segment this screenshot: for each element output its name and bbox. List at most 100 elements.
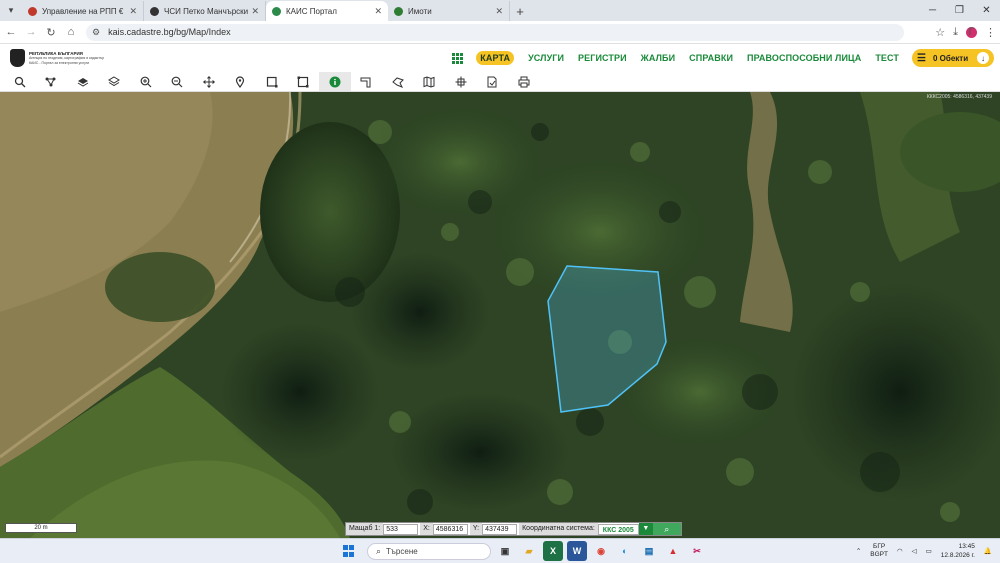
document-icon[interactable]: [477, 72, 509, 91]
url-text: kais.cadastre.bg/bg/Map/Index: [108, 27, 231, 37]
crs-select[interactable]: ККС 2005: [597, 523, 639, 535]
tab-title: Имоти: [408, 6, 432, 16]
maximize-icon[interactable]: ❐: [946, 0, 973, 21]
coordinate-readout: КККС2005: 4586316, 437439: [926, 94, 992, 100]
y-coordinate-input[interactable]: 437439: [482, 523, 518, 535]
objects-button[interactable]: ☰ 0 Обекти ↓: [912, 49, 994, 67]
nav-item-reports[interactable]: СПРАВКИ: [689, 53, 733, 63]
browser-tab[interactable]: ЧСИ Петко Манчърски № 881 ✕: [144, 1, 266, 21]
browser-tab-active[interactable]: КАИС Портал ✕: [266, 1, 388, 21]
language-indicator[interactable]: БГР BGPT: [870, 543, 888, 559]
forward-icon[interactable]: →: [22, 26, 40, 38]
download-icon[interactable]: ⤓: [953, 26, 958, 39]
hamburger-icon: ☰: [917, 52, 926, 64]
edge-icon[interactable]: ◐: [615, 541, 635, 561]
zoom-out-icon[interactable]: [162, 72, 194, 91]
pan-icon[interactable]: [193, 72, 225, 91]
back-icon[interactable]: ←: [2, 26, 20, 38]
tab-search-icon[interactable]: ▾: [0, 0, 22, 21]
tab-close-icon[interactable]: ✕: [251, 6, 259, 17]
excel-icon[interactable]: X: [543, 541, 563, 561]
bookmark-star-icon[interactable]: ☆: [935, 26, 945, 39]
task-view-icon[interactable]: ▣: [495, 541, 515, 561]
word-icon[interactable]: W: [567, 541, 587, 561]
tab-favicon-icon: [394, 6, 403, 16]
scale-bar: 20 m: [5, 523, 77, 533]
measure-icon[interactable]: [351, 72, 383, 91]
close-window-icon[interactable]: ✕: [973, 0, 1000, 21]
info-icon[interactable]: [319, 72, 351, 91]
nav-item-map[interactable]: КАРТА: [476, 51, 515, 65]
print-icon[interactable]: [508, 72, 540, 91]
browser-tab[interactable]: Управление на РПП € ✕: [22, 1, 144, 21]
crs-label: Координатна система:: [519, 523, 598, 535]
snipping-tool-icon[interactable]: ✂: [687, 541, 707, 561]
browser-tabstrip: ▾ Управление на РПП € ✕ ЧСИ Петко Манчър…: [0, 0, 1000, 21]
reload-icon[interactable]: ↻: [42, 26, 60, 39]
y-label: Y:: [469, 523, 483, 535]
tray-overflow-icon[interactable]: ⌃: [856, 547, 861, 555]
nav-item-licensed-persons[interactable]: ПРАВОСПОСОБНИ ЛИЦА: [747, 53, 861, 63]
tab-close-icon[interactable]: ✕: [495, 6, 503, 17]
tab-close-icon[interactable]: ✕: [374, 6, 382, 17]
minimize-icon[interactable]: ─: [919, 0, 946, 21]
satellite-imagery: [0, 92, 1000, 538]
tab-favicon-icon: [28, 6, 37, 16]
lang-line-1: БГР: [873, 543, 886, 550]
lang-line-2: BGPT: [870, 551, 888, 558]
logo-line-3: КАИС - Портал за електронни услуги: [29, 60, 90, 65]
crosshair-icon[interactable]: [445, 72, 477, 91]
coordinate-search-icon[interactable]: ⌕: [652, 523, 681, 535]
browser-tab[interactable]: Имоти ✕: [388, 1, 510, 21]
window-controls: ─ ❐ ✕: [919, 0, 1000, 21]
nav-item-complaints[interactable]: ЖАЛБИ: [641, 53, 676, 63]
profile-avatar[interactable]: Г: [966, 26, 977, 38]
browser-menu-icon[interactable]: ⋮: [985, 26, 996, 39]
layers-filled-icon[interactable]: [67, 72, 99, 91]
nav-item-test[interactable]: ТЕСТ: [875, 53, 899, 63]
tab-favicon-icon: [150, 6, 159, 16]
location-pin-icon[interactable]: [225, 72, 257, 91]
home-icon[interactable]: ⌂: [62, 26, 80, 38]
nav-item-services[interactable]: УСЛУГИ: [528, 53, 564, 63]
zoom-in-icon[interactable]: [130, 72, 162, 91]
battery-icon[interactable]: ▭: [926, 547, 932, 555]
crs-dropdown-icon[interactable]: ▼: [638, 523, 653, 535]
notifications-icon[interactable]: 🔔: [984, 547, 992, 555]
select-rectangle-icon[interactable]: [256, 72, 288, 91]
pdf-reader-icon[interactable]: ▲: [663, 541, 683, 561]
new-tab-button[interactable]: +: [510, 1, 530, 21]
map-canvas[interactable]: КККС2005: 4586316, 437439 20 m Мащаб 1: …: [0, 92, 1000, 538]
scale-label: Мащаб 1:: [346, 523, 384, 535]
map-status-bar: Мащаб 1: 533 X: 4586316 Y: 437439 Коорди…: [345, 522, 682, 536]
tab-title: Управление на РПП €: [42, 6, 124, 16]
url-input[interactable]: ⚙ kais.cadastre.bg/bg/Map/Index: [86, 23, 904, 41]
outlook-icon[interactable]: ▤: [639, 541, 659, 561]
site-logo[interactable]: РЕПУБЛИКА БЪЛГАРИЯ Агенция по геодезия, …: [10, 49, 150, 67]
apps-grid-icon[interactable]: [452, 52, 464, 64]
search-icon[interactable]: [4, 72, 36, 91]
map-icon[interactable]: [414, 72, 446, 91]
x-coordinate-input[interactable]: 4586316: [432, 523, 468, 535]
scale-input[interactable]: 533: [383, 523, 419, 535]
scale-bar-label: 20 m: [34, 525, 48, 531]
select-area-icon[interactable]: [288, 72, 320, 91]
windows-start-icon[interactable]: [343, 545, 355, 557]
taskbar-search-input[interactable]: ⌕ Търсене: [367, 542, 491, 560]
coat-of-arms-icon: [10, 49, 25, 67]
volume-icon[interactable]: ◁: [912, 547, 917, 555]
network-icon[interactable]: [36, 72, 68, 91]
site-info-icon[interactable]: ⚙: [92, 27, 100, 38]
nav-item-registers[interactable]: РЕГИСТРИ: [578, 53, 627, 63]
file-explorer-icon[interactable]: ▰: [519, 541, 539, 561]
chrome-icon[interactable]: ◉: [591, 541, 611, 561]
download-arrow-icon: ↓: [977, 52, 989, 64]
wifi-icon[interactable]: ◠: [897, 547, 903, 555]
site-header: РЕПУБЛИКА БЪЛГАРИЯ Агенция по геодезия, …: [0, 44, 1000, 72]
search-icon: ⌕: [376, 545, 382, 556]
draw-icon[interactable]: [382, 72, 414, 91]
tab-title: ЧСИ Петко Манчърски № 881: [164, 6, 249, 16]
tab-close-icon[interactable]: ✕: [129, 6, 137, 17]
layers-icon[interactable]: [99, 72, 131, 91]
system-clock[interactable]: 13:45 12.8.2026 г.: [941, 542, 975, 560]
